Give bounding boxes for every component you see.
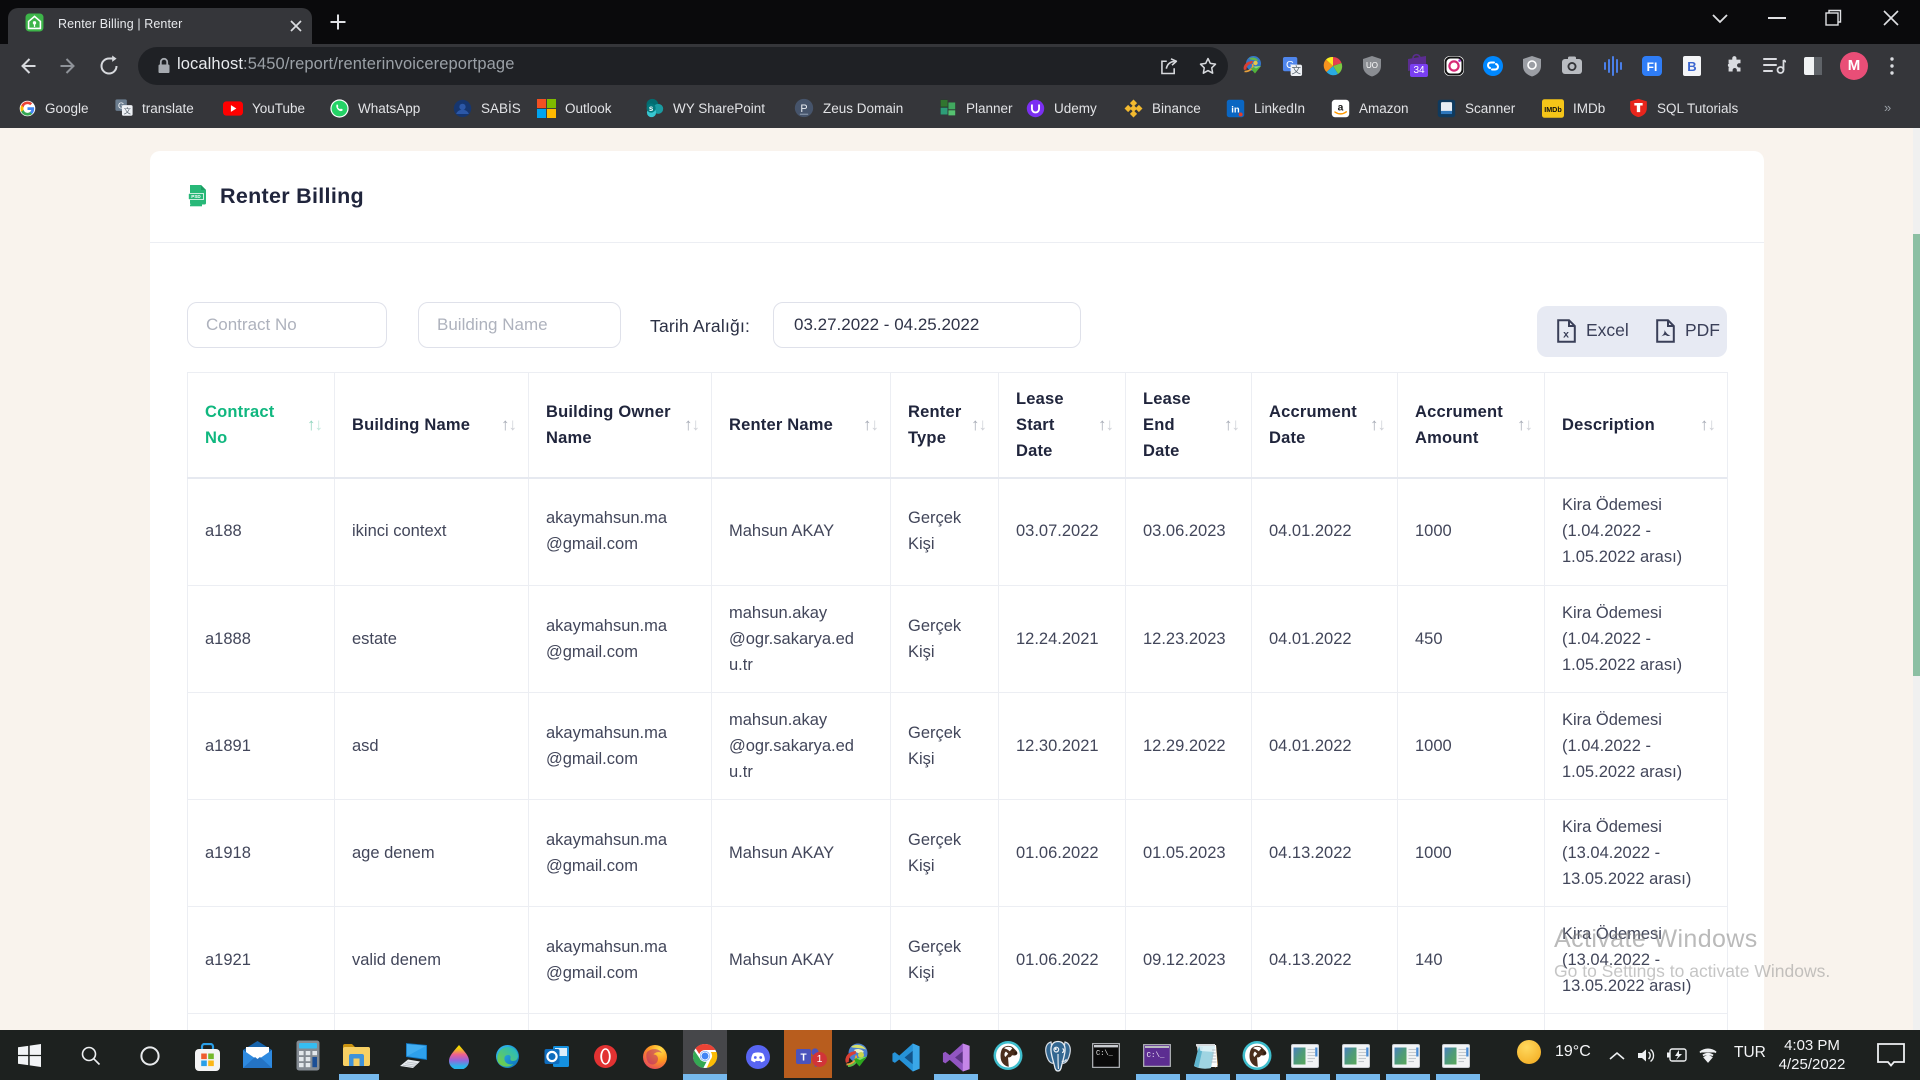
svg-text:文: 文: [124, 106, 132, 115]
svg-text:IMDb: IMDb: [1544, 104, 1562, 113]
svg-text:a: a: [1338, 102, 1344, 113]
svg-text:FI: FI: [1647, 60, 1658, 74]
svg-text:C:\_: C:\_: [1096, 1050, 1114, 1058]
svg-text:B: B: [1687, 59, 1696, 74]
svg-text:s: s: [649, 104, 654, 113]
svg-text:x: x: [1563, 329, 1569, 341]
svg-text:C:\_: C:\_: [1147, 1052, 1166, 1060]
svg-text:UO: UO: [1366, 61, 1378, 70]
svg-text:文: 文: [1292, 65, 1302, 77]
svg-text:in: in: [1231, 104, 1240, 115]
svg-text:PSD: PSD: [191, 194, 201, 199]
svg-text:P: P: [800, 103, 807, 115]
svg-text:T: T: [800, 1053, 806, 1064]
